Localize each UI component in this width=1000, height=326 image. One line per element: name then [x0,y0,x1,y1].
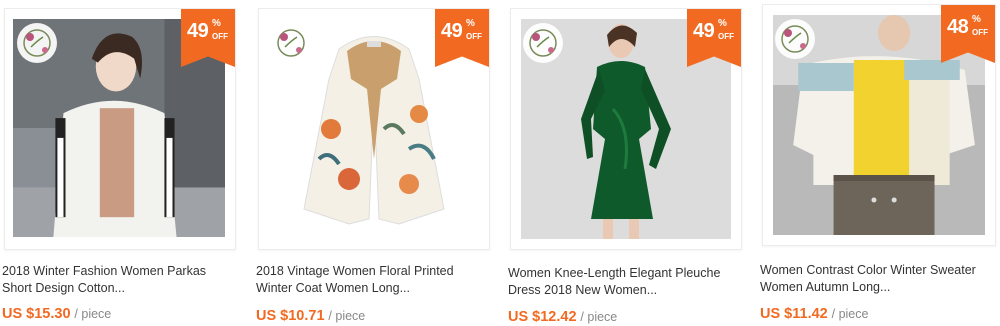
price-line: US $12.42 / piece [508,308,617,325]
product-title-line-1: 2018 Vintage Women Floral Printed [256,264,454,278]
store-logo-icon [271,23,311,63]
price-unit: / piece [328,309,366,323]
discount-value: 48 [947,16,969,38]
product-title-link[interactable]: Women Knee-Length Elegant Pleuche Dress … [508,265,748,299]
product-title-line-2: Dress 2018 New Women... [508,283,658,297]
product-title-line-1: Women Contrast Color Winter Sweater [760,263,976,277]
price-unit: / piece [580,310,618,324]
product-title-line-1: 2018 Winter Fashion Women Parkas [2,264,207,278]
product-title-link[interactable]: 2018 Winter Fashion Women Parkas Short D… [2,263,242,297]
discount-off-label: OFF [212,32,228,41]
discount-percent-sign: % [972,14,981,25]
price-unit: / piece [831,307,869,321]
discount-value: 49 [441,20,463,42]
discount-off-label: OFF [718,32,734,41]
store-logo-icon [523,23,563,63]
product-title-line-2: Women Autumn Long... [760,280,891,294]
discount-value: 49 [187,20,209,42]
product-image-link[interactable]: 48 % OFF [762,4,996,246]
product-price[interactable]: US $12.42 [508,309,577,325]
product-card[interactable]: 48 % OFF Women Contrast Color Winter Swe… [758,0,1000,326]
price-line: US $15.30 / piece [2,305,111,322]
product-price[interactable]: US $15.30 [2,306,71,322]
product-image-link[interactable]: 49 % OFF [510,8,742,250]
product-price[interactable]: US $10.71 [256,308,325,324]
price-line: US $11.42 / piece [760,305,868,322]
price-line: US $10.71 / piece [256,307,365,324]
product-card[interactable]: 49 % OFF 2018 Winter Fashion Women Parka… [0,0,250,326]
discount-percent-sign: % [718,18,727,29]
discount-off-label: OFF [972,28,988,37]
product-title-line-2: Winter Coat Women Long... [256,281,411,295]
product-price[interactable]: US $11.42 [760,306,828,322]
product-title-line-2: Short Design Cotton... [2,281,125,295]
product-title-line-1: Women Knee-Length Elegant Pleuche [508,266,721,280]
product-title-link[interactable]: Women Contrast Color Winter Sweater Wome… [760,262,1000,296]
product-card[interactable]: 49 % OFF Women Knee-Length Elegant Pleuc… [506,0,756,326]
discount-off-label: OFF [466,32,482,41]
product-title-link[interactable]: 2018 Vintage Women Floral Printed Winter… [256,263,496,297]
product-image-link[interactable]: 49 % OFF [258,8,490,250]
discount-percent-sign: % [212,18,221,29]
store-logo-icon [17,23,57,63]
discount-value: 49 [693,20,715,42]
price-unit: / piece [74,307,112,321]
product-image-link[interactable]: 49 % OFF [4,8,236,250]
store-logo-icon [775,19,815,59]
product-card[interactable]: 49 % OFF 2018 Vintage Women Floral Print… [254,0,504,326]
discount-percent-sign: % [466,18,475,29]
